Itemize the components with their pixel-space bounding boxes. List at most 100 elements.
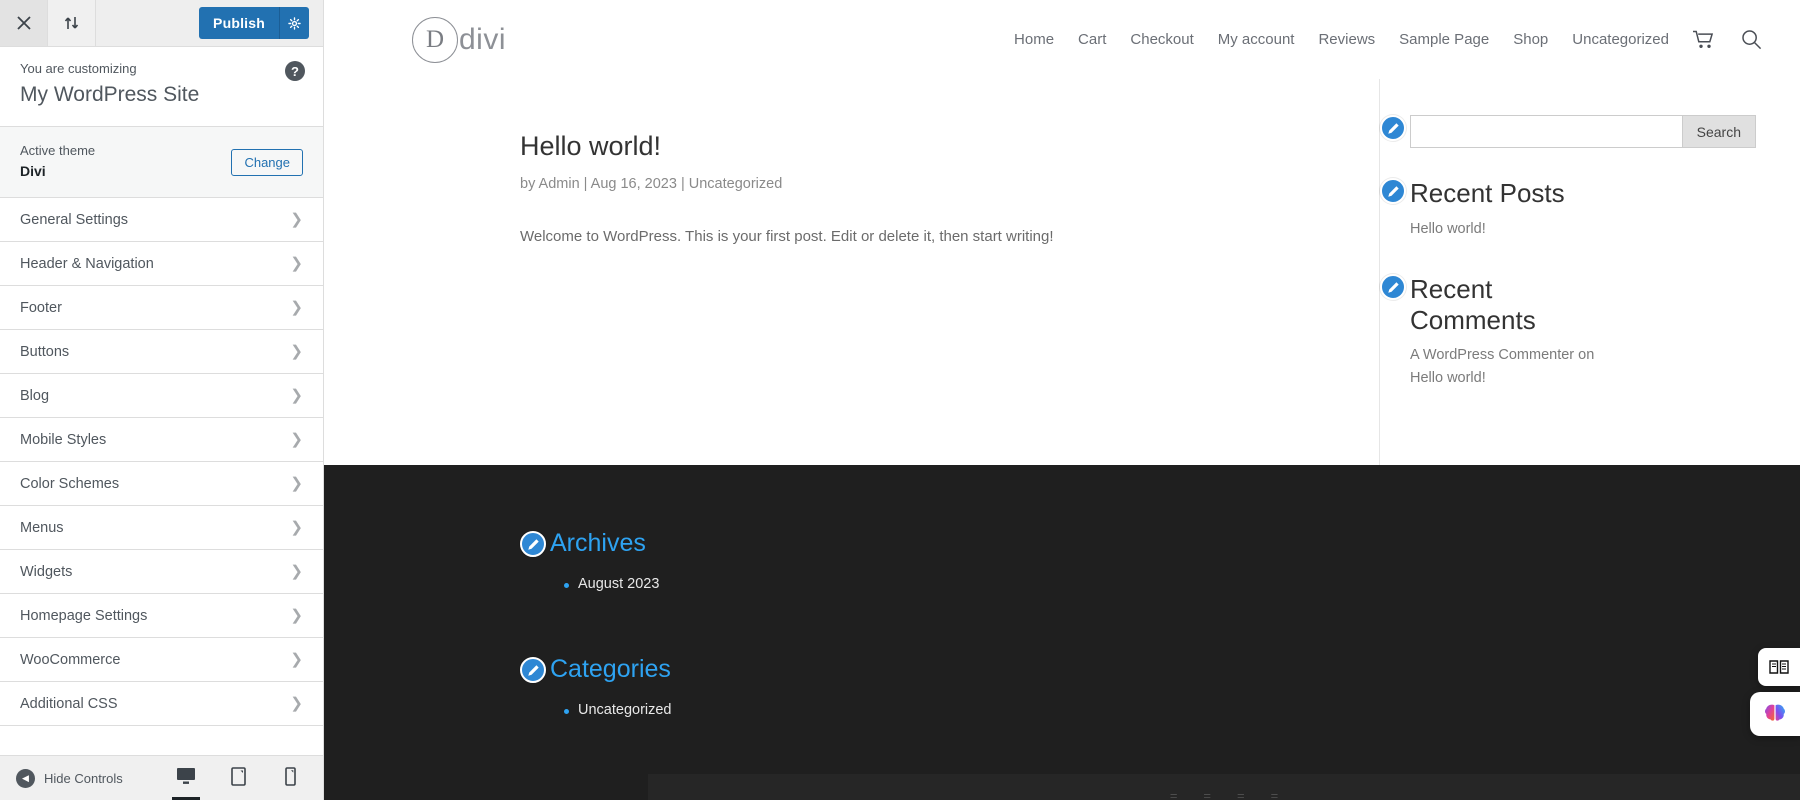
logo-text: divi xyxy=(459,22,507,56)
content-area: Hello world! by Admin | Aug 16, 2023 | U… xyxy=(324,79,1800,465)
nav-link-shop[interactable]: Shop xyxy=(1513,31,1548,48)
customizer-header: You are customizing My WordPress Site ? xyxy=(0,47,323,128)
change-theme-button[interactable]: Change xyxy=(231,148,303,176)
nav-link-cart[interactable]: Cart xyxy=(1078,31,1106,48)
sidebar-item-label: Homepage Settings xyxy=(20,607,148,624)
post-column: Hello world! by Admin | Aug 16, 2023 | U… xyxy=(324,79,1379,465)
sidebar-item-label: Footer xyxy=(20,299,62,316)
sidebar-item-label: Buttons xyxy=(20,343,70,360)
sidebar-item-label: Widgets xyxy=(20,563,73,580)
sidebar-item-homepage-settings[interactable]: Homepage Settings ❯ xyxy=(0,594,323,639)
nav-link-reviews[interactable]: Reviews xyxy=(1318,31,1375,48)
chevron-right-icon: ❯ xyxy=(290,695,303,713)
sidebar-item-general-settings[interactable]: General Settings ❯ xyxy=(0,198,323,243)
search-button[interactable]: Search xyxy=(1681,115,1756,148)
chevron-right-icon: ❯ xyxy=(290,607,303,625)
customizing-subtitle: You are customizing xyxy=(20,61,137,76)
site-footer: Archives August 2023 Categories Uncatego… xyxy=(324,465,1800,800)
widget-search: Search xyxy=(1380,115,1756,148)
nav-link-uncategorized[interactable]: Uncategorized xyxy=(1572,31,1669,48)
nav-link-my-account[interactable]: My account xyxy=(1218,31,1295,48)
sidebar-item-woocommerce[interactable]: WooCommerce ❯ xyxy=(0,638,323,683)
facebook-icon[interactable]: = xyxy=(1170,788,1178,800)
device-mobile-icon[interactable] xyxy=(273,756,307,800)
sidebar-item-color-schemes[interactable]: Color Schemes ❯ xyxy=(0,462,323,507)
nav-link-sample-page[interactable]: Sample Page xyxy=(1399,31,1489,48)
widget-recent-comments: Recent Comments A WordPress Commenter on… xyxy=(1380,274,1756,389)
customizer-section-list: General Settings ❯ Header & Navigation ❯ Foo… xyxy=(0,198,323,755)
list-item[interactable]: A WordPress Commenter on Hello world! xyxy=(1410,344,1610,389)
book-icon[interactable] xyxy=(1758,648,1800,686)
chevron-right-icon: ❯ xyxy=(290,431,303,449)
sidebar-item-label: Additional CSS xyxy=(20,695,118,712)
footer-categories-list: Uncategorized xyxy=(550,696,1800,725)
edit-pencil-icon[interactable] xyxy=(1380,178,1406,204)
gear-icon[interactable] xyxy=(279,7,309,39)
footer-widget-title: Categories xyxy=(550,655,671,683)
list-item[interactable]: Uncategorized xyxy=(564,696,1800,725)
nav-link-checkout[interactable]: Checkout xyxy=(1130,31,1193,48)
chevron-right-icon: ❯ xyxy=(290,387,303,405)
post-body: Welcome to WordPress. This is your first… xyxy=(520,228,1054,245)
nav-link-home[interactable]: Home xyxy=(1014,31,1054,48)
divi-logo[interactable]: D divi xyxy=(412,16,507,63)
chevron-right-icon: ❯ xyxy=(290,299,303,317)
close-icon[interactable] xyxy=(0,0,48,46)
sidebar-item-menus[interactable]: Menus ❯ xyxy=(0,506,323,551)
widget-recent-posts: Recent Posts Hello world! xyxy=(1380,178,1756,240)
search-widget-row: Search xyxy=(1410,115,1756,148)
chevron-right-icon: ❯ xyxy=(290,255,303,273)
sidebar-item-label: Menus xyxy=(20,519,64,536)
customizer-sidebar: Publish You are customizing My WordPress… xyxy=(0,0,324,800)
edit-pencil-icon[interactable] xyxy=(520,531,546,557)
sidebar-widgets: Search Recent Posts Hello world! Recent … xyxy=(1379,79,1800,465)
chevron-right-icon: ❯ xyxy=(290,519,303,537)
device-preview-switcher xyxy=(169,756,307,800)
chevron-right-icon: ❯ xyxy=(290,475,303,493)
chevron-right-icon: ❯ xyxy=(290,651,303,669)
shopping-cart-icon[interactable] xyxy=(1693,30,1715,49)
sidebar-item-buttons[interactable]: Buttons ❯ xyxy=(0,330,323,375)
help-icon[interactable]: ? xyxy=(285,61,305,81)
publish-area: Publish xyxy=(199,0,323,46)
rss-icon[interactable]: = xyxy=(1271,788,1279,800)
sidebar-item-label: General Settings xyxy=(20,211,129,228)
footer-archives-list: August 2023 xyxy=(550,570,1800,599)
customizer-footer: ◀ Hide Controls xyxy=(0,755,323,800)
twitter-icon[interactable]: = xyxy=(1203,788,1211,800)
search-input[interactable] xyxy=(1410,115,1682,148)
list-item[interactable]: August 2023 xyxy=(564,570,1800,599)
hide-controls-button[interactable]: ◀ Hide Controls xyxy=(16,768,123,788)
logo-mark: D xyxy=(412,16,458,63)
edit-pencil-icon[interactable] xyxy=(1380,115,1406,141)
device-tablet-icon[interactable] xyxy=(221,756,255,800)
search-icon[interactable] xyxy=(1741,29,1762,50)
sidebar-item-mobile-styles[interactable]: Mobile Styles ❯ xyxy=(0,418,323,463)
chevron-right-icon: ❯ xyxy=(290,563,303,581)
hide-controls-label: Hide Controls xyxy=(44,770,123,786)
list-item[interactable]: Hello world! xyxy=(1410,218,1756,240)
sidebar-item-footer[interactable]: Footer ❯ xyxy=(0,286,323,331)
help-icon-label: ? xyxy=(291,63,299,79)
instagram-icon[interactable]: = xyxy=(1237,788,1245,800)
edit-pencil-icon[interactable] xyxy=(1380,274,1406,301)
post-title: Hello world! xyxy=(520,131,662,161)
active-theme-label-group: Active theme Divi xyxy=(20,141,95,183)
site-preview: D divi Home Cart Checkout My account Reviews… xyxy=(324,0,1800,800)
active-theme-label: Active theme xyxy=(20,143,96,159)
sidebar-item-additional-css[interactable]: Additional CSS ❯ xyxy=(0,682,323,727)
sidebar-item-header-navigation[interactable]: Header & Navigation ❯ xyxy=(0,242,323,287)
brain-icon[interactable] xyxy=(1750,692,1800,736)
sort-updown-icon[interactable] xyxy=(48,0,96,46)
sidebar-item-widgets[interactable]: Widgets ❯ xyxy=(0,550,323,595)
edit-pencil-icon[interactable] xyxy=(520,657,546,683)
active-theme-name: Divi xyxy=(20,163,46,180)
site-header: D divi Home Cart Checkout My account Reviews… xyxy=(324,0,1800,79)
sidebar-item-blog[interactable]: Blog ❯ xyxy=(0,374,323,419)
customizer-topbar: Publish xyxy=(0,0,323,47)
sidebar-item-label: Mobile Styles xyxy=(20,431,107,448)
footer-widget-archives: Archives August 2023 xyxy=(520,531,1800,599)
publish-button[interactable]: Publish xyxy=(199,7,309,39)
device-desktop-icon[interactable] xyxy=(169,756,203,800)
